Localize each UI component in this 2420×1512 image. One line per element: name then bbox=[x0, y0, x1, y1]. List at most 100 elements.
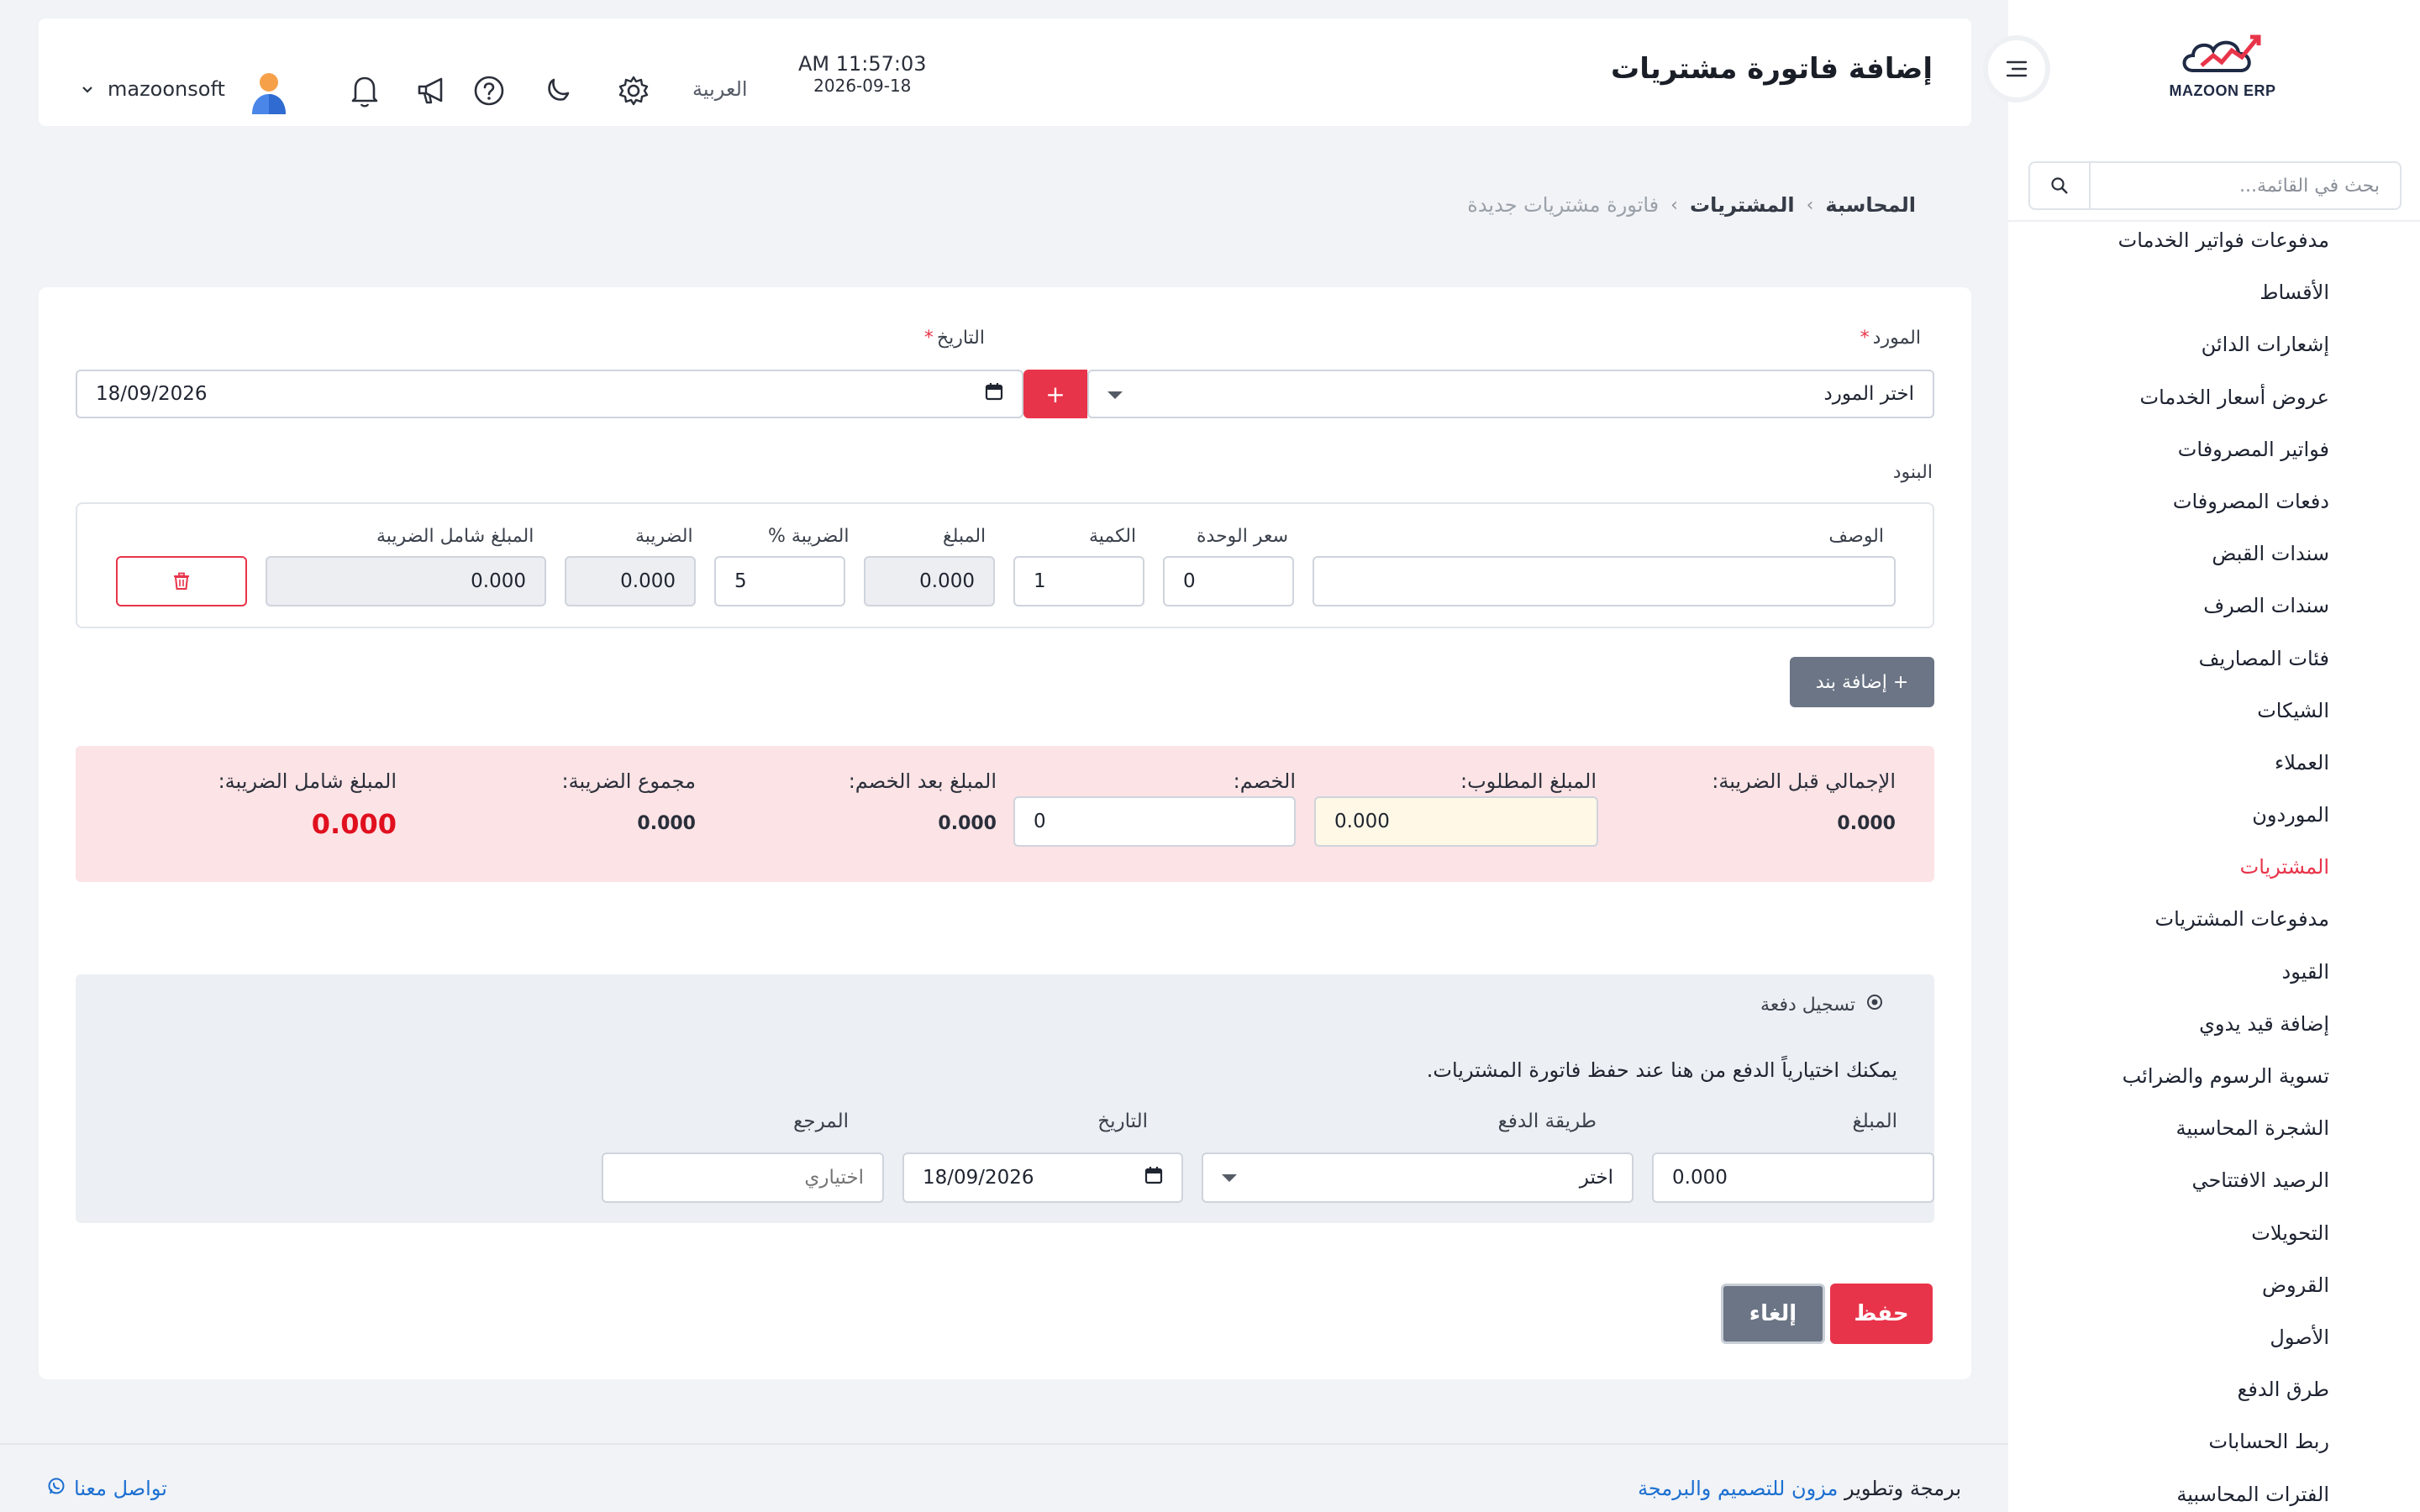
sidebar-item-payment-methods[interactable]: طرق الدفع bbox=[2118, 1374, 2329, 1426]
payment-amount-input[interactable]: 0.000 bbox=[1652, 1152, 1934, 1203]
payment-amount-label: المبلغ bbox=[1852, 1110, 1898, 1132]
dark-mode-moon-icon[interactable] bbox=[539, 72, 576, 109]
col-quantity-label: الكمية bbox=[1089, 526, 1137, 547]
breadcrumb: المحاسبة › المشتريات › فاتورة مشتريات جد… bbox=[1467, 193, 1916, 217]
date-field-value: 18/09/2026 bbox=[96, 383, 208, 405]
sidebar-item-expense-invoices[interactable]: فواتير المصروفات bbox=[2118, 434, 2329, 486]
sidebar-item-loans[interactable]: القروض bbox=[2118, 1270, 2329, 1322]
sidebar-item-account-mapping[interactable]: ربط الحسابات bbox=[2118, 1426, 2329, 1478]
payment-method-label: طريقة الدفع bbox=[1497, 1110, 1597, 1132]
payment-note: يمكنك اختيارياً الدفع من هنا عند حفظ فات… bbox=[1426, 1058, 1897, 1082]
sidebar-item-journal-entries[interactable]: القيود bbox=[2118, 957, 2329, 1009]
user-name[interactable]: mazoonsoft bbox=[108, 77, 225, 101]
payment-title: تسجيل دفعة bbox=[1760, 994, 1855, 1016]
calendar-icon[interactable] bbox=[1144, 1166, 1163, 1189]
sidebar-item-chart-of-accounts[interactable]: الشجرة المحاسبية bbox=[2118, 1113, 2329, 1165]
footer-company-link[interactable]: مزون للتصميم والبرمجة bbox=[1638, 1477, 1838, 1500]
sidebar-item-purchase-payments[interactable]: مدفوعات المشتريات bbox=[2118, 904, 2329, 956]
calendar-icon[interactable] bbox=[985, 382, 1003, 406]
after-discount-value: 0.000 bbox=[938, 813, 997, 834]
col-amount-label: المبلغ bbox=[943, 526, 986, 547]
payment-method-select[interactable]: اختر bbox=[1202, 1152, 1634, 1203]
sidebar: MAZOON ERP مدفوعات فواتير الخدمات الأقسا… bbox=[2008, 0, 2420, 1512]
help-icon[interactable] bbox=[471, 72, 508, 109]
payment-panel: تسجيل دفعة يمكنك اختيارياً الدفع من هنا … bbox=[76, 974, 1934, 1223]
sidebar-item-customers[interactable]: العملاء bbox=[2118, 748, 2329, 800]
chevron-down-icon[interactable] bbox=[81, 82, 94, 98]
col-total-with-tax-label: المبلغ شامل الضريبة bbox=[376, 526, 534, 547]
cancel-button[interactable]: إلغاء bbox=[1721, 1284, 1825, 1344]
supplier-select[interactable]: اختر المورد bbox=[1087, 370, 1934, 418]
col-unit-price-label: سعر الوحدة bbox=[1197, 526, 1289, 547]
breadcrumb-purchases[interactable]: المشتريات bbox=[1690, 193, 1795, 217]
supplier-label: المورد* bbox=[1860, 328, 1921, 349]
item-tax-percent-input[interactable]: 5 bbox=[714, 556, 845, 606]
payment-method-caret-icon bbox=[1222, 1174, 1237, 1182]
supplier-dropdown-caret-icon bbox=[1107, 391, 1123, 399]
required-amount-input[interactable]: 0.000 bbox=[1314, 796, 1598, 847]
save-button[interactable]: حفظ bbox=[1830, 1284, 1933, 1344]
items-title: البنود bbox=[1892, 462, 1933, 483]
announcement-megaphone-icon[interactable] bbox=[413, 72, 450, 109]
clock-date: 2026-09-18 bbox=[813, 76, 912, 96]
brand-logo[interactable]: MAZOON ERP bbox=[2160, 30, 2286, 114]
add-item-button[interactable]: + إضافة بند bbox=[1790, 657, 1934, 707]
sidebar-divider bbox=[2008, 220, 2420, 222]
breadcrumb-accounting[interactable]: المحاسبة bbox=[1825, 193, 1916, 217]
sidebar-toggle-button[interactable] bbox=[1983, 35, 2050, 102]
clock-time: AM 11:57:03 bbox=[798, 52, 927, 76]
discount-input[interactable]: 0 bbox=[1013, 796, 1296, 847]
payment-header[interactable]: تسجيل دفعة bbox=[1760, 993, 1884, 1016]
sidebar-item-cheques[interactable]: الشيكات bbox=[2118, 696, 2329, 748]
record-payment-radio-icon[interactable] bbox=[1865, 993, 1884, 1016]
sidebar-item-service-invoice-payments[interactable]: مدفوعات فواتير الخدمات bbox=[2118, 225, 2329, 277]
top-header: إضافة فاتورة مشتريات AM 11:57:03 2026-09… bbox=[39, 18, 1971, 126]
sidebar-item-receipt-vouchers[interactable]: سندات القبض bbox=[2118, 538, 2329, 591]
item-description-input[interactable] bbox=[1313, 556, 1896, 606]
item-unit-price-input[interactable]: 0 bbox=[1163, 556, 1294, 606]
sidebar-item-payment-vouchers[interactable]: سندات الصرف bbox=[2118, 591, 2329, 643]
supplier-select-value: اختر المورد bbox=[1823, 383, 1914, 405]
notifications-bell-icon[interactable] bbox=[346, 72, 383, 109]
subtotal-label: الإجمالي قبل الضريبة: bbox=[1712, 769, 1896, 793]
user-avatar[interactable] bbox=[247, 71, 291, 118]
logo-cloud-icon bbox=[2182, 34, 2261, 72]
language-switch[interactable]: العربية bbox=[692, 77, 748, 101]
date-label: التاريخ* bbox=[923, 328, 985, 349]
payment-method-value: اختر bbox=[1579, 1167, 1613, 1189]
grand-total-value: 0.000 bbox=[311, 808, 397, 840]
after-discount-label: المبلغ بعد الخصم: bbox=[848, 769, 997, 793]
item-quantity-input[interactable]: 1 bbox=[1013, 556, 1144, 606]
search-icon[interactable] bbox=[2030, 163, 2091, 208]
clock: AM 11:57:03 2026-09-18 bbox=[798, 52, 927, 96]
payment-date-field[interactable]: 18/09/2026 bbox=[902, 1152, 1183, 1203]
sidebar-item-service-quotes[interactable]: عروض أسعار الخدمات bbox=[2118, 382, 2329, 434]
footer: برمجة وتطوير مزون للتصميم والبرمجة تواصل… bbox=[0, 1443, 2008, 1512]
sidebar-item-purchases[interactable]: المشتريات bbox=[2118, 852, 2329, 904]
required-amount-label: المبلغ المطلوب: bbox=[1460, 769, 1597, 793]
sidebar-item-transfers[interactable]: التحويلات bbox=[2118, 1218, 2329, 1270]
sidebar-item-expense-payments[interactable]: دفعات المصروفات bbox=[2118, 486, 2329, 538]
sidebar-item-credit-notes[interactable]: إشعارات الدائن bbox=[2118, 329, 2329, 381]
delete-item-button[interactable] bbox=[116, 556, 247, 606]
trash-icon bbox=[174, 572, 189, 590]
sidebar-item-fees-taxes-settlement[interactable]: تسوية الرسوم والضرائب bbox=[2118, 1061, 2329, 1113]
payment-reference-input[interactable] bbox=[602, 1152, 884, 1203]
sidebar-search bbox=[2028, 161, 2402, 210]
sidebar-item-accounting-periods[interactable]: الفترات المحاسبية bbox=[2118, 1479, 2329, 1512]
date-field[interactable]: 18/09/2026 bbox=[76, 370, 1023, 418]
sidebar-item-installments[interactable]: الأقساط bbox=[2118, 277, 2329, 329]
sidebar-item-opening-balance[interactable]: الرصيد الافتتاحي bbox=[2118, 1165, 2329, 1217]
add-supplier-button[interactable]: + bbox=[1023, 370, 1087, 418]
footer-credit: برمجة وتطوير مزون للتصميم والبرمجة bbox=[1638, 1477, 1961, 1500]
breadcrumb-current: فاتورة مشتريات جديدة bbox=[1467, 193, 1660, 217]
sidebar-item-manual-entry[interactable]: إضافة قيد يدوي bbox=[2118, 1009, 2329, 1061]
sidebar-item-assets[interactable]: الأصول bbox=[2118, 1322, 2329, 1374]
settings-gear-icon[interactable] bbox=[615, 72, 652, 109]
contact-us-link[interactable]: تواصل معنا bbox=[47, 1477, 167, 1500]
sidebar-item-expense-categories[interactable]: فئات المصاريف bbox=[2118, 643, 2329, 696]
sidebar-item-suppliers[interactable]: الموردون bbox=[2118, 800, 2329, 852]
sidebar-search-input[interactable] bbox=[2091, 163, 2400, 208]
whatsapp-icon bbox=[47, 1477, 66, 1500]
item-amount-field: 0.000 bbox=[864, 556, 995, 606]
